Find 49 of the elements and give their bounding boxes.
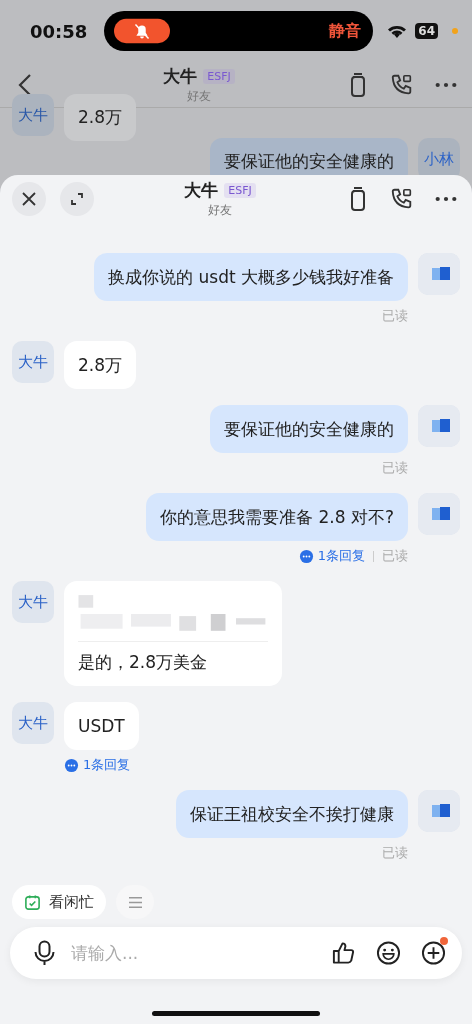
chat-bubble-icon [298, 548, 314, 564]
menu-button[interactable] [116, 885, 154, 919]
expand-icon [70, 192, 84, 206]
battery-level: 64 [415, 23, 438, 39]
back-icon[interactable] [18, 72, 32, 97]
replies-link[interactable]: 1条回复 [64, 756, 131, 774]
blurred-avatar-icon[interactable] [418, 405, 460, 447]
avatar[interactable]: 大牛 [12, 702, 54, 744]
microphone-icon[interactable] [32, 940, 57, 966]
close-icon [22, 192, 36, 206]
read-status: 已读 [382, 844, 408, 862]
chat-subtitle: 好友 [187, 87, 211, 105]
message-bubble: 保证王祖校安全不挨打健康 [176, 790, 408, 838]
chat-subtitle: 好友 [208, 202, 232, 219]
message-input[interactable]: 请输入... [10, 927, 462, 979]
message-bubble: USDT [64, 702, 139, 750]
blurred-avatar-icon[interactable] [418, 790, 460, 832]
thumbs-up-icon[interactable] [331, 940, 356, 966]
blurred-avatar-icon[interactable] [418, 493, 460, 535]
message-bubble: 换成你说的 usdt 大概多少钱我好准备 [94, 253, 408, 301]
recording-dot [452, 28, 458, 34]
wifi-icon [387, 23, 408, 39]
chat-title: 大牛 [163, 64, 198, 88]
plus-icon[interactable] [421, 940, 446, 966]
status-time: 00:58 [30, 20, 89, 42]
message-bubble: 要保证他的安全健康的 [210, 405, 408, 453]
read-status: 已读 [382, 547, 408, 565]
calendar-check-icon [24, 893, 41, 911]
message-bubble: 2.8万 [64, 94, 137, 141]
personality-tag: ESFJ [203, 68, 235, 84]
avatar[interactable]: 大牛 [12, 581, 54, 623]
message-text: 是的，2.8万美金 [78, 651, 209, 674]
availability-button[interactable]: 看闲忙 [12, 885, 106, 919]
blurred-avatar-icon[interactable] [418, 253, 460, 295]
message-bubble: 你的意思我需要准备 2.8 对不? [146, 493, 408, 541]
smiley-icon[interactable] [376, 940, 401, 966]
read-status: 已读 [382, 459, 408, 477]
avatar[interactable]: 大牛 [12, 94, 54, 136]
read-status: 已读 [382, 307, 408, 325]
input-placeholder: 请输入... [71, 941, 140, 965]
expand-button[interactable] [60, 182, 94, 216]
replies-link[interactable]: 1条回复 [298, 547, 365, 565]
menu-icon [127, 895, 143, 909]
personality-tag: ESFJ [224, 183, 256, 198]
avatar[interactable]: 大牛 [12, 341, 54, 383]
close-button[interactable] [12, 182, 46, 216]
chat-bubble-icon [64, 757, 79, 773]
message-bubble: 2.8万 [64, 341, 137, 389]
mute-label: 静音 [329, 20, 362, 42]
